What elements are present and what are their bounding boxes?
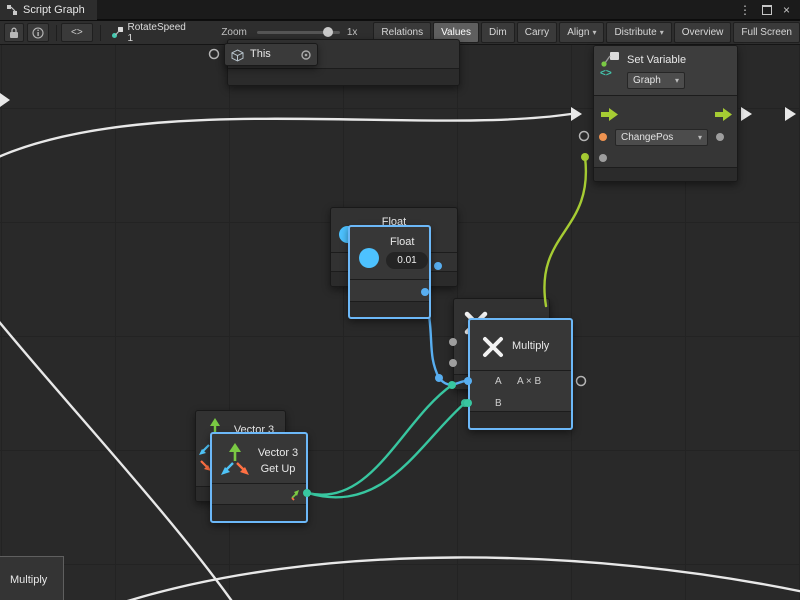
corner-multiply-node[interactable]: Multiply [0, 556, 64, 600]
window-controls: ⋮ × [739, 3, 800, 17]
breadcrumb[interactable]: RotateSpeed 1 [111, 22, 194, 44]
variable-name-dropdown[interactable]: ChangePos [615, 129, 708, 146]
float-out-port[interactable] [421, 288, 429, 296]
flow-in-port[interactable] [601, 108, 618, 121]
inspect-button[interactable] [27, 23, 49, 42]
zoom-label: Zoom [221, 27, 247, 38]
maximize-icon[interactable] [762, 5, 772, 15]
align-dropdown[interactable]: Align [559, 22, 604, 43]
graph-asset-icon [111, 26, 124, 39]
tab-script-graph[interactable]: Script Graph [0, 0, 97, 20]
corner-multiply-title: Multiply [10, 574, 47, 586]
kebab-menu-icon[interactable]: ⋮ [739, 3, 751, 17]
this-node-title: This [250, 48, 271, 60]
set-variable-node[interactable]: <> Set Variable Graph ChangePos [593, 45, 738, 182]
multiply-node[interactable]: Multiply A A × B B [468, 318, 573, 430]
fullscreen-button[interactable]: Full Screen [733, 22, 800, 43]
code-icon: <> [71, 27, 83, 38]
float-ghost-out-port[interactable] [434, 262, 442, 270]
lock-button[interactable] [4, 23, 24, 42]
lock-icon [9, 27, 19, 39]
svg-text:<>: <> [600, 68, 612, 78]
chevron-down-icon [657, 27, 664, 38]
info-icon [32, 27, 44, 39]
self-port[interactable] [300, 49, 312, 61]
multiply-ghost-port-b[interactable] [449, 359, 457, 367]
vector3-title: Vector 3 [250, 447, 306, 459]
chevron-down-icon [589, 27, 596, 38]
tab-title: Script Graph [23, 4, 85, 16]
float-literal-icon [359, 248, 379, 268]
carry-toggle[interactable]: Carry [517, 22, 557, 43]
zoom-value: 1x [347, 27, 358, 38]
zoom-slider-handle[interactable] [323, 27, 333, 37]
vector3-get-up-node[interactable]: Vector 3 Get Up [210, 432, 308, 523]
vector3-up-icon [220, 442, 250, 478]
input-b-label: B [495, 398, 502, 409]
close-icon[interactable]: × [783, 3, 790, 17]
variable-name-port[interactable] [599, 133, 607, 141]
chevron-down-icon [695, 132, 702, 143]
overview-button[interactable]: Overview [674, 22, 732, 43]
result-label: A × B [517, 376, 541, 387]
float-node[interactable]: Float 0.01 [348, 225, 431, 319]
dim-toggle[interactable]: Dim [481, 22, 515, 43]
zoom-slider[interactable] [257, 31, 340, 34]
value-in-port[interactable] [599, 154, 607, 162]
title-bar: Script Graph ⋮ × [0, 0, 800, 20]
breadcrumb-label: RotateSpeed 1 [127, 22, 193, 44]
variable-scope-dropdown[interactable]: Graph [627, 72, 685, 89]
this-node[interactable]: This [224, 43, 318, 66]
multiply-port-a[interactable] [464, 377, 472, 385]
code-preview-button[interactable]: <> [61, 23, 93, 42]
node-header: <> Set Variable Graph [594, 46, 737, 95]
set-variable-icon: <> [599, 50, 621, 78]
chevron-down-icon [672, 75, 679, 86]
toolbar-divider [56, 25, 57, 41]
cube-icon [231, 49, 244, 62]
multiply-port-b[interactable] [464, 399, 472, 407]
multiply-ghost-port-a[interactable] [449, 338, 457, 346]
flow-out-port[interactable] [715, 108, 732, 121]
vector3-out-port[interactable] [303, 489, 311, 497]
multiply-icon [480, 334, 506, 360]
distribute-dropdown[interactable]: Distribute [606, 22, 671, 43]
toolbar-divider [100, 25, 101, 41]
float-title: Float [390, 236, 414, 248]
set-variable-title: Set Variable [627, 54, 686, 66]
script-graph-window: Script Graph ⋮ × <> [0, 0, 800, 600]
script-graph-tab-icon [6, 4, 18, 16]
get-up-subtitle: Get Up [250, 463, 306, 475]
multiply-title: Multiply [512, 340, 549, 352]
variable-out-port[interactable] [716, 133, 724, 141]
vector-out-icon [288, 488, 302, 502]
float-value-field[interactable]: 0.01 [386, 252, 428, 269]
input-a-label: A [495, 376, 502, 387]
